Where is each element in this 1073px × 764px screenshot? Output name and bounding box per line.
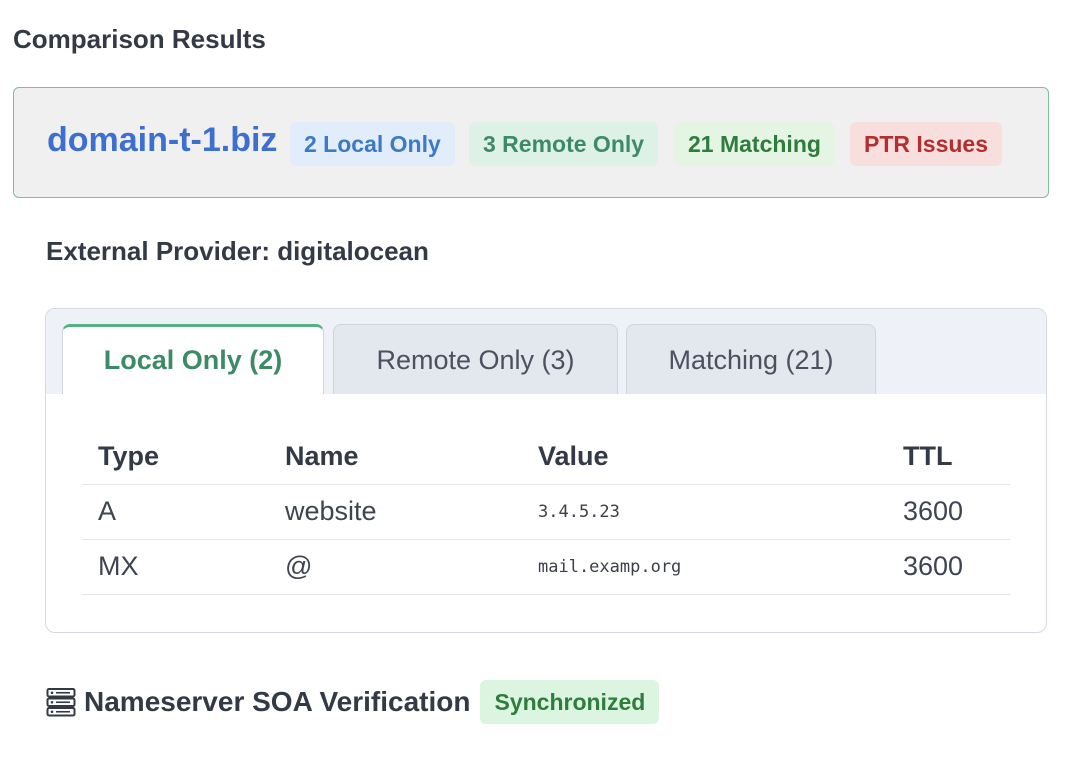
cell-name: website (269, 484, 522, 540)
soa-title: Nameserver SOA Verification (84, 686, 471, 717)
external-provider-label: External Provider: digitalocean (46, 236, 429, 266)
ptr-issues-badge: PTR Issues (850, 122, 1002, 166)
remote-only-badge: 3 Remote Only (469, 122, 659, 166)
soa-verification-row: Nameserver SOA Verification Synchronized (46, 680, 660, 724)
tab-strip: Local Only (2) Remote Only (3) Matching … (46, 309, 1046, 394)
table-row: MX @ mail.examp.org 3600 (82, 539, 1010, 595)
cell-ttl: 3600 (887, 484, 1010, 540)
cell-name: @ (269, 539, 522, 595)
comparison-page: Comparison Results domain-t-1.biz 2 Loca… (0, 0, 1073, 764)
tab-remote-only[interactable]: Remote Only (3) (333, 324, 618, 394)
records-table: Type Name Value TTL A website 3.4.5.23 3… (82, 429, 1010, 595)
page-title: Comparison Results (13, 24, 266, 54)
cell-value: mail.examp.org (522, 539, 887, 595)
matching-badge: 21 Matching (674, 122, 835, 166)
soa-status-badge: Synchronized (480, 680, 660, 724)
local-only-badge: 2 Local Only (290, 122, 455, 166)
column-header-type: Type (82, 429, 269, 485)
column-header-value: Value (522, 429, 887, 485)
cell-ttl: 3600 (887, 539, 1010, 595)
records-panel: Local Only (2) Remote Only (3) Matching … (45, 308, 1047, 633)
column-header-name: Name (269, 429, 522, 485)
tab-local-only[interactable]: Local Only (2) (62, 324, 324, 394)
table-row: A website 3.4.5.23 3600 (82, 484, 1010, 540)
tab-matching[interactable]: Matching (21) (626, 324, 876, 394)
table-header-row: Type Name Value TTL (82, 429, 1010, 485)
domain-summary-card: domain-t-1.biz 2 Local Only 3 Remote Onl… (13, 87, 1049, 198)
column-header-ttl: TTL (887, 429, 1010, 485)
cell-type: A (82, 484, 269, 540)
domain-name[interactable]: domain-t-1.biz (47, 121, 277, 160)
cell-type: MX (82, 539, 269, 595)
cell-value: 3.4.5.23 (522, 484, 887, 540)
server-icon (46, 688, 76, 717)
